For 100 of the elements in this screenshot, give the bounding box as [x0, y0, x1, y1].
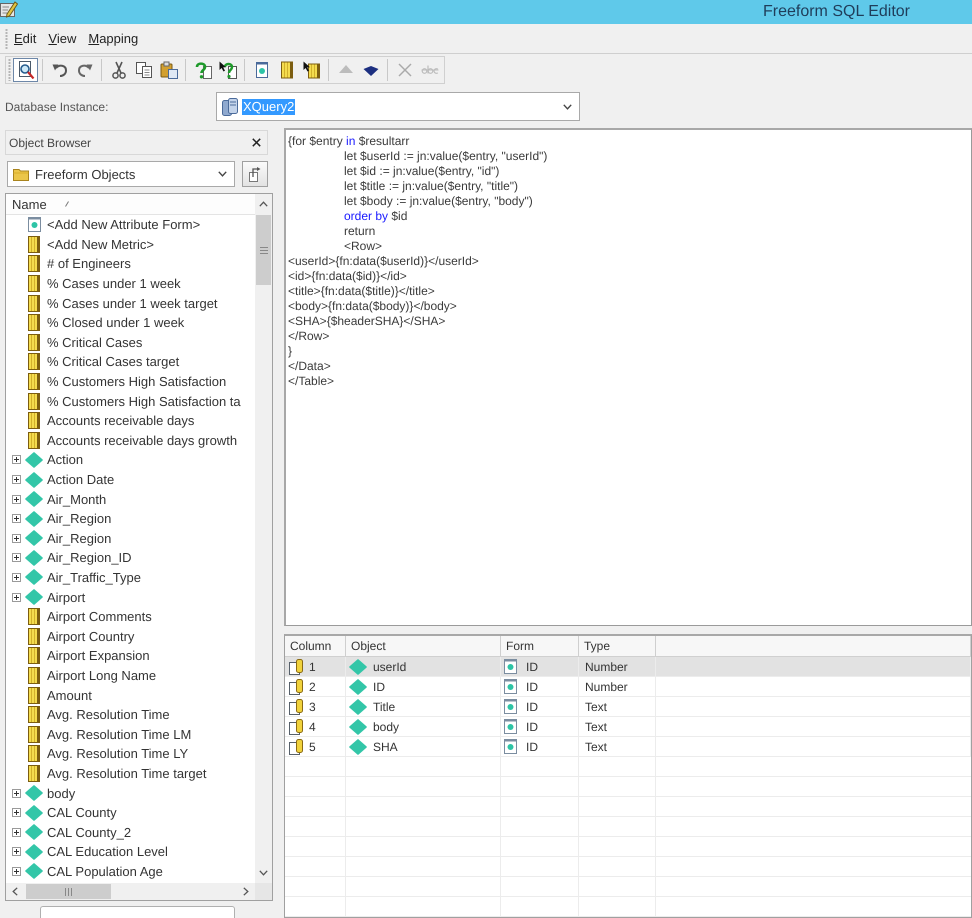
folder-icon — [13, 168, 29, 180]
code-line: return — [344, 224, 376, 239]
grip-icon — [5, 28, 8, 48]
paste-icon — [160, 61, 178, 79]
expand-icon[interactable] — [12, 828, 21, 837]
menu-item[interactable]: Mapping — [84, 29, 142, 48]
window-title: Freeform SQL Editor — [762, 3, 910, 21]
column-header[interactable]: Form — [501, 636, 579, 656]
column-number: 3 — [309, 700, 316, 714]
expand-icon[interactable] — [12, 572, 21, 582]
preview-button[interactable] — [13, 58, 38, 82]
tree-item[interactable]: Air_Region — [24, 509, 114, 528]
expand-icon[interactable] — [12, 592, 21, 602]
column-header[interactable]: Object — [346, 636, 501, 656]
tree-item[interactable]: % Critical Cases — [24, 332, 144, 352]
book-icon — [28, 255, 40, 272]
tree-item[interactable]: % Cases under 1 week target — [24, 294, 220, 313]
code-line: <Row> — [344, 239, 382, 254]
column-number: 1 — [309, 660, 316, 674]
tree-item[interactable]: <Add New Attribute Form> — [24, 215, 202, 234]
diamond-icon — [25, 510, 43, 527]
tree-item[interactable]: % Critical Cases target — [24, 352, 182, 372]
book-icon — [28, 647, 40, 664]
menu-item[interactable]: View — [44, 29, 80, 48]
tree-item[interactable]: Airport Expansion — [24, 646, 152, 666]
tree-item[interactable]: Airport — [24, 588, 88, 607]
tree-item[interactable]: % Customers High Satisfaction ta — [24, 392, 243, 411]
data-type: Number — [585, 680, 628, 694]
tree-item[interactable]: Action — [24, 450, 86, 470]
scrollbar-thumb[interactable] — [256, 215, 271, 285]
table-row[interactable]: 3 Title ID Text — [285, 697, 971, 717]
tree-item[interactable]: # of Engineers — [24, 254, 133, 274]
input-field[interactable] — [40, 906, 235, 918]
tree-item[interactable]: % Cases under 1 week — [24, 274, 183, 294]
tree-item[interactable]: CAL Education Level — [24, 842, 170, 862]
tree-item[interactable]: Accounts receivable days — [24, 411, 196, 430]
book-icon — [28, 764, 40, 782]
chevron-up-icon[interactable] — [259, 201, 268, 207]
tree-item[interactable]: Air_Region — [24, 528, 114, 548]
code-line: </Row> — [288, 329, 330, 344]
form-name: ID — [526, 680, 538, 694]
book-icon — [28, 392, 40, 410]
dot-square-icon — [504, 739, 517, 754]
tree-item[interactable]: Airport Comments — [24, 607, 154, 626]
folder-dropdown[interactable]: Freeform Objects — [7, 161, 235, 187]
tree-item[interactable]: Avg. Resolution Time target — [24, 764, 208, 783]
tree-item[interactable]: Action Date — [24, 470, 116, 490]
tree-item[interactable]: Air_Traffic_Type — [24, 568, 143, 587]
column-header[interactable]: Column — [285, 636, 346, 656]
table-row[interactable]: 2 ID ID Number — [285, 677, 971, 697]
tree-item[interactable]: <Add New Metric> — [24, 234, 156, 254]
chevron-right-icon[interactable] — [243, 887, 249, 896]
table-row[interactable]: 5 SHA ID Text — [285, 737, 971, 757]
up-level-button[interactable] — [242, 161, 268, 187]
vertical-scrollbar[interactable] — [255, 194, 272, 883]
chevron-down-icon[interactable] — [259, 870, 268, 876]
tree-item[interactable]: body — [24, 784, 78, 803]
tree-item[interactable]: % Closed under 1 week — [24, 313, 186, 332]
expand-icon[interactable] — [12, 788, 21, 798]
expand-icon[interactable] — [12, 808, 21, 818]
book-icon — [28, 726, 40, 743]
scrollbar-thumb[interactable] — [26, 884, 111, 899]
expand-icon[interactable] — [12, 866, 21, 876]
grip-icon — [8, 59, 11, 81]
tree-item[interactable]: Avg. Resolution Time LY — [24, 744, 190, 764]
close-icon[interactable] — [252, 138, 261, 147]
data-type: Text — [585, 700, 608, 714]
book-icon — [28, 294, 40, 312]
diamond-icon — [25, 530, 43, 546]
tree-item[interactable]: Air_Region_ID — [24, 548, 134, 568]
tree-item[interactable]: % Customers High Satisfaction — [24, 372, 228, 392]
tree-item[interactable]: Accounts receivable days growth — [24, 430, 240, 450]
expand-icon[interactable] — [12, 847, 21, 856]
expand-icon[interactable] — [12, 455, 21, 464]
table-row[interactable]: 1 userId ID Number — [285, 657, 971, 677]
tree-item[interactable]: Amount — [24, 686, 94, 705]
menu-item[interactable]: Edit — [10, 29, 40, 48]
code-line: let $body := jn:value($entry, "body") — [344, 194, 533, 209]
code-line: } — [288, 344, 292, 359]
grip-icon — [65, 888, 72, 896]
expand-icon[interactable] — [12, 475, 21, 484]
tree-item[interactable]: Air_Month — [24, 490, 108, 509]
tree-item[interactable]: CAL County_2 — [24, 822, 134, 842]
book-icon — [28, 608, 40, 626]
expand-icon[interactable] — [12, 514, 21, 524]
table-row[interactable]: 4 body ID Text — [285, 717, 971, 737]
scrollbar-corner — [255, 883, 272, 900]
expand-icon[interactable] — [12, 494, 21, 504]
tree-item[interactable]: Airport Long Name — [24, 666, 158, 685]
tree-item[interactable]: CAL Population Age — [24, 862, 165, 881]
tree-item[interactable]: Airport Country — [24, 626, 136, 646]
column-number: 4 — [309, 720, 316, 734]
expand-icon[interactable] — [12, 534, 21, 543]
chevron-left-icon[interactable] — [12, 887, 18, 896]
horizontal-scrollbar[interactable] — [6, 883, 255, 900]
expand-icon[interactable] — [12, 553, 21, 562]
column-header[interactable]: Type — [579, 636, 656, 656]
tree-item[interactable]: CAL County — [24, 803, 119, 822]
tree-item[interactable]: Avg. Resolution Time LM — [24, 724, 194, 744]
tree-item[interactable]: Avg. Resolution Time — [24, 705, 172, 724]
